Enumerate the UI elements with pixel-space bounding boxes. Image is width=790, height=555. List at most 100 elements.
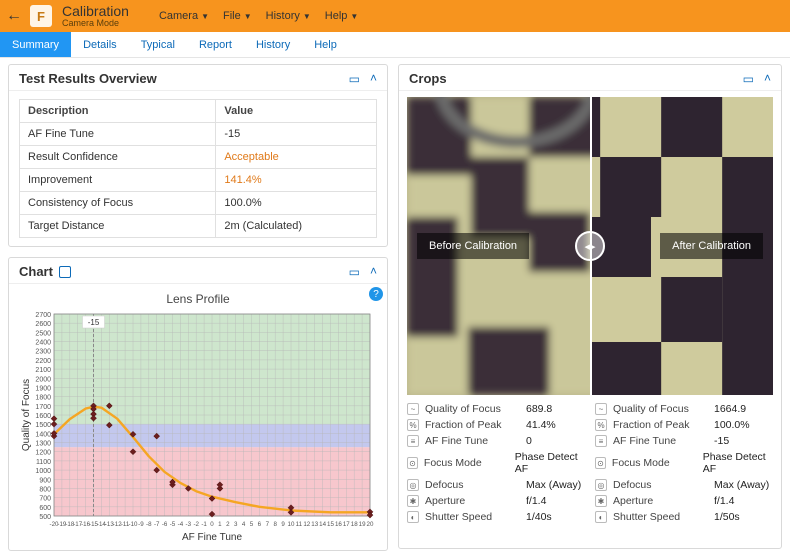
stat-value: Phase Detect AF [703,451,773,475]
stat-key: Shutter Speed [425,511,520,523]
svg-text:7: 7 [266,521,270,528]
svg-text:18: 18 [351,521,358,528]
stat-key: Focus Mode [612,457,697,469]
svg-text:2600: 2600 [35,321,51,328]
svg-text:1000: 1000 [35,468,51,475]
stat-row: ~Quality of Focus1664.9 [595,401,773,417]
stat-key: Focus Mode [424,457,509,469]
tab-summary[interactable]: Summary [0,32,71,57]
stat-value: Phase Detect AF [515,451,585,475]
panel-maximize-icon[interactable]: ▭ [349,265,360,279]
svg-text:-3: -3 [186,521,192,528]
tab-history[interactable]: History [244,32,302,57]
svg-text:-4: -4 [178,521,184,528]
tab-typical[interactable]: Typical [129,32,187,57]
caret-down-icon: ▼ [350,12,358,21]
result-value: 2m (Calculated) [216,215,377,238]
stat-value: 0 [526,435,532,447]
topmenu-help[interactable]: Help▼ [325,10,359,22]
stat-icon: % [595,419,607,431]
tab-details[interactable]: Details [71,32,129,57]
svg-text:4: 4 [242,521,246,528]
stat-row: ⊙Focus ModePhase Detect AF [407,449,585,477]
table-row: Consistency of Focus100.0% [20,192,377,215]
topmenu-camera[interactable]: Camera▼ [159,10,209,22]
svg-text:2700: 2700 [35,312,51,319]
stat-key: AF Fine Tune [425,435,520,447]
chart-help-icon[interactable]: ? [369,287,383,301]
content: Test Results Overview ▭ ˄ Description Va… [0,58,790,555]
panel-maximize-icon[interactable]: ▭ [349,72,360,86]
stat-row: ≡AF Fine Tune-15 [595,433,773,449]
chart-body: Lens Profile ? 5006007008009001000110012… [9,284,387,550]
svg-text:20: 20 [367,521,374,528]
result-key: Consistency of Focus [20,192,216,215]
stat-value: -15 [714,435,729,447]
app-subtitle: Camera Mode [62,19,129,28]
stat-row: ◎DefocusMax (Away) [407,477,585,493]
svg-text:-6: -6 [162,521,168,528]
panel-collapse-icon[interactable]: ˄ [370,264,377,278]
svg-text:-10: -10 [129,521,139,528]
svg-text:15: 15 [327,521,334,528]
stat-icon: ⊙ [595,457,606,469]
result-key: Target Distance [20,215,216,238]
panel-maximize-icon[interactable]: ▭ [743,72,754,86]
chart-title: Lens Profile [19,292,377,306]
stat-icon: ≡ [595,435,607,447]
result-key: Improvement [20,169,216,192]
svg-text:1600: 1600 [35,413,51,420]
after-label: After Calibration [660,233,763,259]
stat-icon: ✱ [595,495,607,507]
stat-icon: ◎ [407,479,419,491]
stat-key: Quality of Focus [613,403,708,415]
result-value: 100.0% [216,192,377,215]
copy-chart-icon[interactable] [59,266,71,278]
result-value: -15 [216,123,377,146]
stat-key: Fraction of Peak [613,419,708,431]
svg-text:17: 17 [343,521,350,528]
stat-icon: ◐ [407,511,419,523]
stat-value: f/1.4 [714,495,734,507]
before-label: Before Calibration [417,233,529,259]
svg-text:2400: 2400 [35,340,51,347]
stat-row: ◐Shutter Speed1/40s [407,509,585,525]
app-title-block: Calibration Camera Mode [62,4,129,28]
svg-text:1400: 1400 [35,431,51,438]
topmenu-file[interactable]: File▼ [223,10,252,22]
results-table: Description Value AF Fine Tune-15Result … [19,99,377,238]
app-logo: F [30,5,52,27]
tab-report[interactable]: Report [187,32,244,57]
stat-key: Aperture [613,495,708,507]
results-header-desc: Description [20,100,216,123]
svg-text:10: 10 [288,521,295,528]
panel-body-results: Description Value AF Fine Tune-15Result … [9,91,387,246]
svg-text:700: 700 [39,496,51,503]
stat-value: Max (Away) [526,479,581,491]
stat-key: Shutter Speed [613,511,708,523]
svg-text:2200: 2200 [35,358,51,365]
stat-value: f/1.4 [526,495,546,507]
caret-down-icon: ▼ [244,12,252,21]
svg-text:900: 900 [39,477,51,484]
back-arrow-icon[interactable]: ← [6,7,22,25]
crops-after-stats: ~Quality of Focus1664.9% Fraction of Peak… [595,401,773,525]
stat-value: 1/50s [714,511,740,523]
svg-text:1800: 1800 [35,395,51,402]
compare-slider-handle[interactable]: ◂▸ [575,231,605,261]
tab-help[interactable]: Help [302,32,349,57]
svg-text:12: 12 [303,521,310,528]
stat-value: 41.4% [526,419,556,431]
svg-text:1: 1 [218,521,222,528]
topmenu-history[interactable]: History▼ [266,10,311,22]
tabbar: SummaryDetailsTypicalReportHistoryHelp [0,32,790,58]
svg-text:-9: -9 [138,521,144,528]
panel-collapse-icon[interactable]: ˄ [370,71,377,85]
svg-text:2300: 2300 [35,349,51,356]
result-value: 141.4% [216,169,377,192]
crops-compare[interactable]: Before Calibration After Calibration ◂▸ [407,97,773,395]
svg-text:1200: 1200 [35,450,51,457]
panel-collapse-icon[interactable]: ˄ [764,71,771,85]
svg-text:1900: 1900 [35,385,51,392]
svg-text:-7: -7 [154,521,160,528]
